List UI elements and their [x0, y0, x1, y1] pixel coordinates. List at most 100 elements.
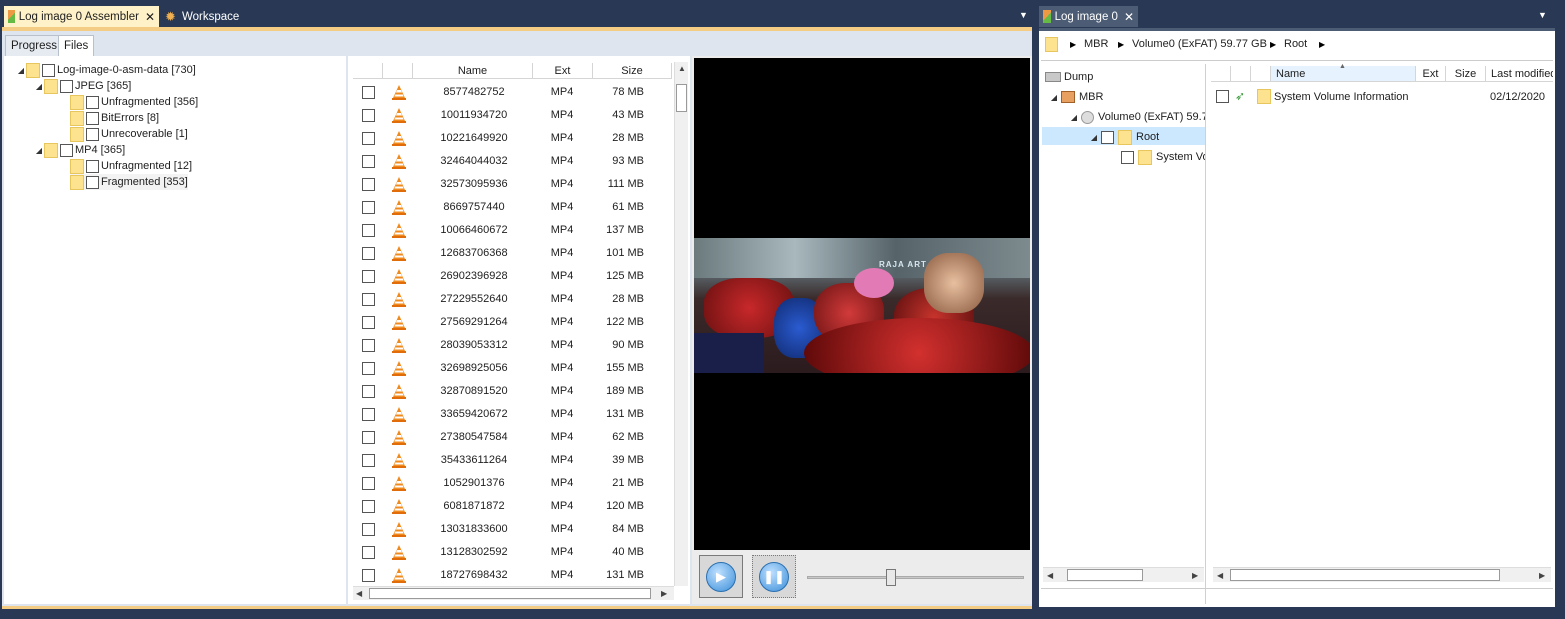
collapse-icon[interactable]: ◢ [1089, 133, 1099, 142]
table-row[interactable]: 35433611264 MP4 39 MB [348, 449, 672, 472]
tree-item-root[interactable]: ◢ Root [1089, 129, 1159, 145]
table-row[interactable]: 27380547584 MP4 62 MB [348, 426, 672, 449]
horizontal-scrollbar[interactable]: ◀ ▶ [1043, 567, 1204, 582]
horizontal-scrollbar[interactable]: ◀ ▶ [353, 586, 674, 600]
table-row[interactable]: 32698925056 MP4 155 MB [348, 357, 672, 380]
scroll-left-icon[interactable]: ◀ [1217, 571, 1223, 580]
checkbox[interactable] [86, 175, 99, 189]
collapse-icon[interactable]: ◢ [16, 66, 26, 75]
tree-item-unrecoverable[interactable]: Unrecoverable [1] [70, 126, 188, 142]
table-row[interactable]: 33659420672 MP4 131 MB [348, 403, 672, 426]
table-row[interactable]: 32464044032 MP4 93 MB [348, 150, 672, 173]
column-header-name[interactable]: Name ▲ [1271, 64, 1416, 82]
seek-slider-thumb[interactable] [886, 569, 896, 586]
scroll-up-icon[interactable]: ▲ [678, 64, 686, 73]
checkbox[interactable] [362, 339, 375, 352]
checkbox[interactable] [362, 569, 375, 582]
scroll-thumb[interactable] [369, 588, 651, 599]
table-row[interactable]: 1052901376 MP4 21 MB [348, 472, 672, 495]
checkbox[interactable] [362, 132, 375, 145]
checkbox[interactable] [362, 431, 375, 444]
table-row[interactable]: 28039053312 MP4 90 MB [348, 334, 672, 357]
checkbox[interactable] [1216, 90, 1229, 103]
checkbox[interactable] [1121, 150, 1134, 164]
checkbox[interactable] [362, 293, 375, 306]
checkbox[interactable] [362, 546, 375, 559]
tree-item-mp4-unfragmented[interactable]: Unfragmented [12] [70, 158, 192, 174]
scroll-thumb[interactable] [1230, 569, 1500, 581]
scroll-thumb[interactable] [1067, 569, 1143, 581]
collapse-icon[interactable]: ◢ [34, 146, 44, 155]
breadcrumb-mbr[interactable]: MBR [1084, 38, 1108, 50]
checkbox[interactable] [86, 111, 99, 125]
column-header-ext[interactable]: Ext [533, 63, 593, 79]
checkbox[interactable] [362, 247, 375, 260]
tab-log-image[interactable]: Log image 0 ✕ [1039, 6, 1138, 27]
column-header-icon[interactable] [1231, 66, 1251, 82]
table-row[interactable]: 6081871872 MP4 120 MB [348, 495, 672, 518]
tree-item-sysvol[interactable]: System Volume Information [1121, 149, 1205, 165]
breadcrumb-arrow-icon[interactable]: ▶ [1118, 40, 1124, 49]
breadcrumb-arrow-icon[interactable]: ▶ [1319, 40, 1325, 49]
tab-menu-icon[interactable]: ▼ [1538, 10, 1547, 20]
scroll-right-icon[interactable]: ▶ [661, 589, 667, 598]
column-header-check[interactable] [1211, 66, 1231, 82]
checkbox[interactable] [86, 127, 99, 141]
tab-workspace[interactable]: ✹ Workspace [161, 6, 251, 27]
seek-track[interactable] [807, 576, 1024, 579]
table-row[interactable]: 8669757440 MP4 61 MB [348, 196, 672, 219]
checkbox[interactable] [362, 155, 375, 168]
scroll-left-icon[interactable]: ◀ [356, 589, 362, 598]
tree-item-biterrors[interactable]: BitErrors [8] [70, 110, 159, 126]
checkbox[interactable] [362, 500, 375, 513]
checkbox[interactable] [362, 316, 375, 329]
breadcrumb-arrow-icon[interactable]: ▶ [1270, 40, 1276, 49]
checkbox[interactable] [362, 86, 375, 99]
checkbox[interactable] [362, 408, 375, 421]
scroll-right-icon[interactable]: ▶ [1192, 571, 1198, 580]
column-header-last-modified[interactable]: Last modified [1486, 66, 1553, 82]
table-row[interactable]: 32870891520 MP4 189 MB [348, 380, 672, 403]
table-row[interactable]: 32573095936 MP4 111 MB [348, 173, 672, 196]
pause-button[interactable]: ❚❚ [752, 555, 796, 598]
table-row[interactable]: 26902396928 MP4 125 MB [348, 265, 672, 288]
collapse-icon[interactable]: ◢ [1069, 113, 1079, 122]
table-row[interactable]: 12683706368 MP4 101 MB [348, 242, 672, 265]
column-header-size[interactable]: Size [593, 63, 672, 79]
checkbox[interactable] [1101, 130, 1114, 144]
table-row[interactable]: 10011934720 MP4 43 MB [348, 104, 672, 127]
table-row[interactable]: 8577482752 MP4 78 MB [348, 81, 672, 104]
column-header-name[interactable]: Name [413, 63, 533, 79]
breadcrumb-root[interactable]: Root [1284, 38, 1307, 50]
tab-progress[interactable]: Progress [5, 35, 64, 56]
table-row[interactable]: 10066460672 MP4 137 MB [348, 219, 672, 242]
table-row[interactable]: 13128302592 MP4 40 MB [348, 541, 672, 564]
breadcrumb-arrow-icon[interactable]: ▶ [1070, 40, 1076, 49]
checkbox[interactable] [362, 454, 375, 467]
breadcrumb-volume[interactable]: Volume0 (ExFAT) 59.77 GB [1132, 38, 1267, 50]
column-header-type[interactable] [1251, 66, 1271, 82]
table-row[interactable]: ➶ System Volume Information 02/12/2020 [1211, 88, 1553, 106]
collapse-icon[interactable]: ◢ [1049, 93, 1059, 102]
checkbox[interactable] [60, 143, 73, 157]
close-icon[interactable]: ✕ [1124, 10, 1134, 24]
scroll-left-icon[interactable]: ◀ [1047, 571, 1053, 580]
tab-assembler[interactable]: Log image 0 Assembler ✕ [4, 6, 159, 27]
play-button[interactable]: ▶ [699, 555, 743, 598]
column-header-icon[interactable] [383, 63, 413, 79]
table-row[interactable]: 10221649920 MP4 28 MB [348, 127, 672, 150]
tree-item-jpeg[interactable]: ◢ JPEG [365] [34, 78, 131, 94]
vertical-scrollbar[interactable]: ▲ [674, 62, 688, 586]
table-row[interactable]: 18727698432 MP4 131 MB [348, 564, 672, 586]
column-header-ext[interactable]: Ext [1416, 66, 1446, 82]
tree-item-dump[interactable]: Dump [1045, 69, 1093, 85]
tree-item-mbr[interactable]: ◢ MBR [1049, 89, 1103, 105]
horizontal-scrollbar[interactable]: ◀ ▶ [1213, 567, 1551, 582]
tab-menu-icon[interactable]: ▼ [1019, 10, 1028, 20]
scroll-right-icon[interactable]: ▶ [1539, 571, 1545, 580]
scroll-thumb[interactable] [676, 84, 687, 112]
collapse-icon[interactable]: ◢ [34, 82, 44, 91]
table-row[interactable]: 27229552640 MP4 28 MB [348, 288, 672, 311]
checkbox[interactable] [362, 224, 375, 237]
tree-item-fragmented[interactable]: Fragmented [353] [70, 174, 188, 190]
